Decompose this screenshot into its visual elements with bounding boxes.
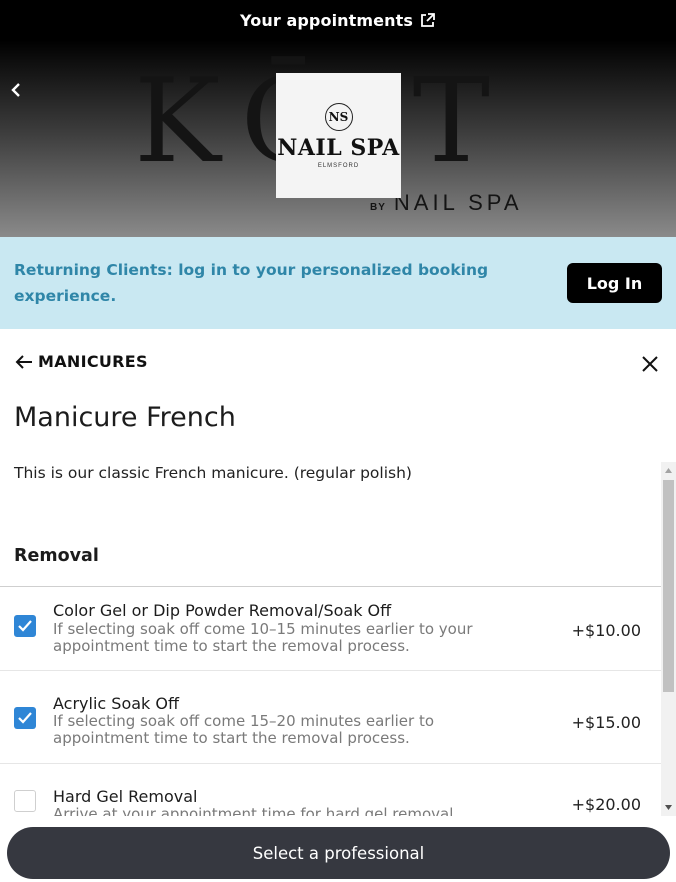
brand-sub-text: NAIL SPA [393, 190, 523, 215]
addon-note: If selecting soak off come 15–20 minutes… [53, 712, 435, 747]
logo-monogram: NS [324, 102, 353, 131]
addon-note: Arrive at your appointment time for hard… [53, 805, 454, 817]
service-title: Manicure French [14, 402, 236, 433]
addon-option[interactable]: Hard Gel Removal Arrive at your appointm… [0, 786, 661, 816]
checkbox-unchecked[interactable] [14, 790, 36, 812]
addon-note: If selecting soak off come 10–15 minutes… [53, 620, 473, 655]
hero-banner: KŌ T BY NAIL SPA NS NAIL SPA ELMSFORD [0, 40, 676, 237]
scrollbar[interactable] [661, 462, 676, 816]
addon-price: +$15.00 [571, 713, 641, 732]
appointments-link[interactable]: Your appointments [240, 11, 413, 30]
logo-name: NAIL SPA [277, 134, 400, 161]
addon-option[interactable]: Color Gel or Dip Powder Removal/Soak Off… [0, 600, 661, 671]
addon-price: +$10.00 [571, 621, 641, 640]
checkmark-icon [18, 620, 32, 632]
brand-by: BY [370, 202, 386, 213]
log-in-button[interactable]: Log In [567, 263, 662, 303]
returning-clients-message: Returning Clients: log in to your person… [14, 261, 489, 305]
row-divider [0, 670, 661, 671]
top-bar: Your appointments [0, 0, 676, 40]
arrow-left-icon [14, 354, 34, 370]
addon-option[interactable]: Acrylic Soak Off If selecting soak off c… [0, 693, 661, 764]
service-description: This is our classic French manicure. (re… [14, 464, 412, 482]
external-link-icon[interactable] [419, 12, 436, 29]
close-icon[interactable] [640, 354, 660, 374]
addon-name: Acrylic Soak Off [53, 694, 179, 713]
returning-clients-banner: Returning Clients: log in to your person… [0, 237, 676, 329]
scroll-down-arrow-icon[interactable] [664, 803, 673, 812]
row-divider [0, 763, 661, 764]
addon-price: +$20.00 [571, 795, 641, 814]
select-professional-button[interactable]: Select a professional [7, 827, 670, 879]
checkbox-checked[interactable] [14, 615, 36, 637]
section-divider [0, 586, 661, 587]
scroll-up-arrow-icon[interactable] [664, 466, 673, 475]
breadcrumb-label: MANICURES [38, 352, 148, 371]
back-chevron-icon[interactable] [8, 80, 24, 100]
removal-section-title: Removal [14, 546, 99, 566]
addon-name: Hard Gel Removal [53, 787, 198, 806]
checkbox-checked[interactable] [14, 707, 36, 729]
scrollbar-thumb[interactable] [663, 480, 674, 692]
logo-location: ELMSFORD [317, 162, 360, 169]
checkmark-icon [18, 712, 32, 724]
addon-name: Color Gel or Dip Powder Removal/Soak Off [53, 601, 392, 620]
salon-logo: NS NAIL SPA ELMSFORD [276, 73, 401, 198]
breadcrumb-back[interactable]: MANICURES [14, 352, 148, 371]
